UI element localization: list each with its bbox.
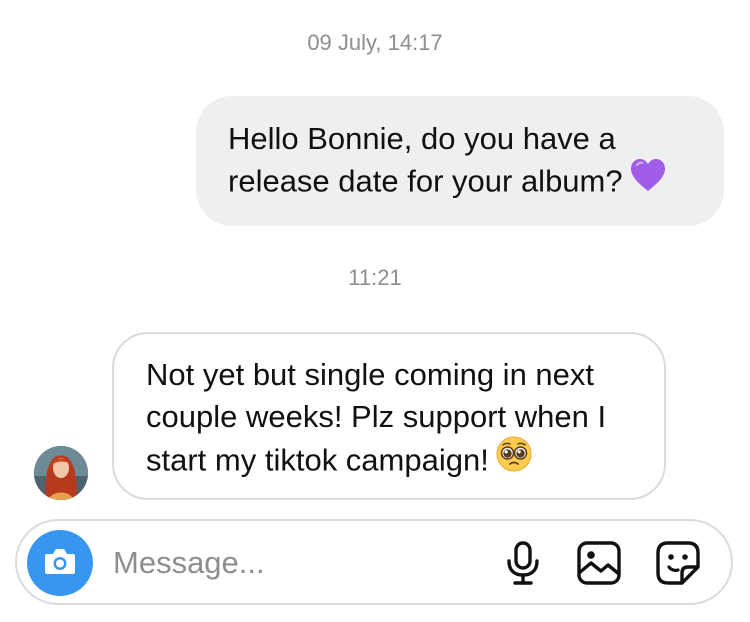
gallery-button[interactable] [575,540,623,591]
message-timestamp: 11:21 [348,265,402,290]
sticker-icon [655,540,701,591]
image-gallery-icon [576,540,622,591]
incoming-message-bubble[interactable]: Not yet but single coming in next couple… [112,332,666,500]
message-timestamp: 09 July, 14:17 [307,30,443,55]
outgoing-message-text: Hello Bonnie, do you have a release date… [228,121,623,199]
voice-message-button[interactable] [499,540,547,591]
incoming-message-text: Not yet but single coming in next couple… [146,357,607,478]
outgoing-message-bubble[interactable]: Hello Bonnie, do you have a release date… [196,96,724,226]
avatar[interactable] [34,446,88,500]
message-input[interactable] [113,541,473,585]
camera-button[interactable] [27,530,93,596]
purple-heart-emoji-icon [629,157,667,204]
pleading-face-emoji-icon [495,435,533,484]
sticker-button[interactable] [654,540,702,591]
camera-icon [43,546,77,581]
message-composer [15,519,733,605]
microphone-icon [503,540,543,591]
